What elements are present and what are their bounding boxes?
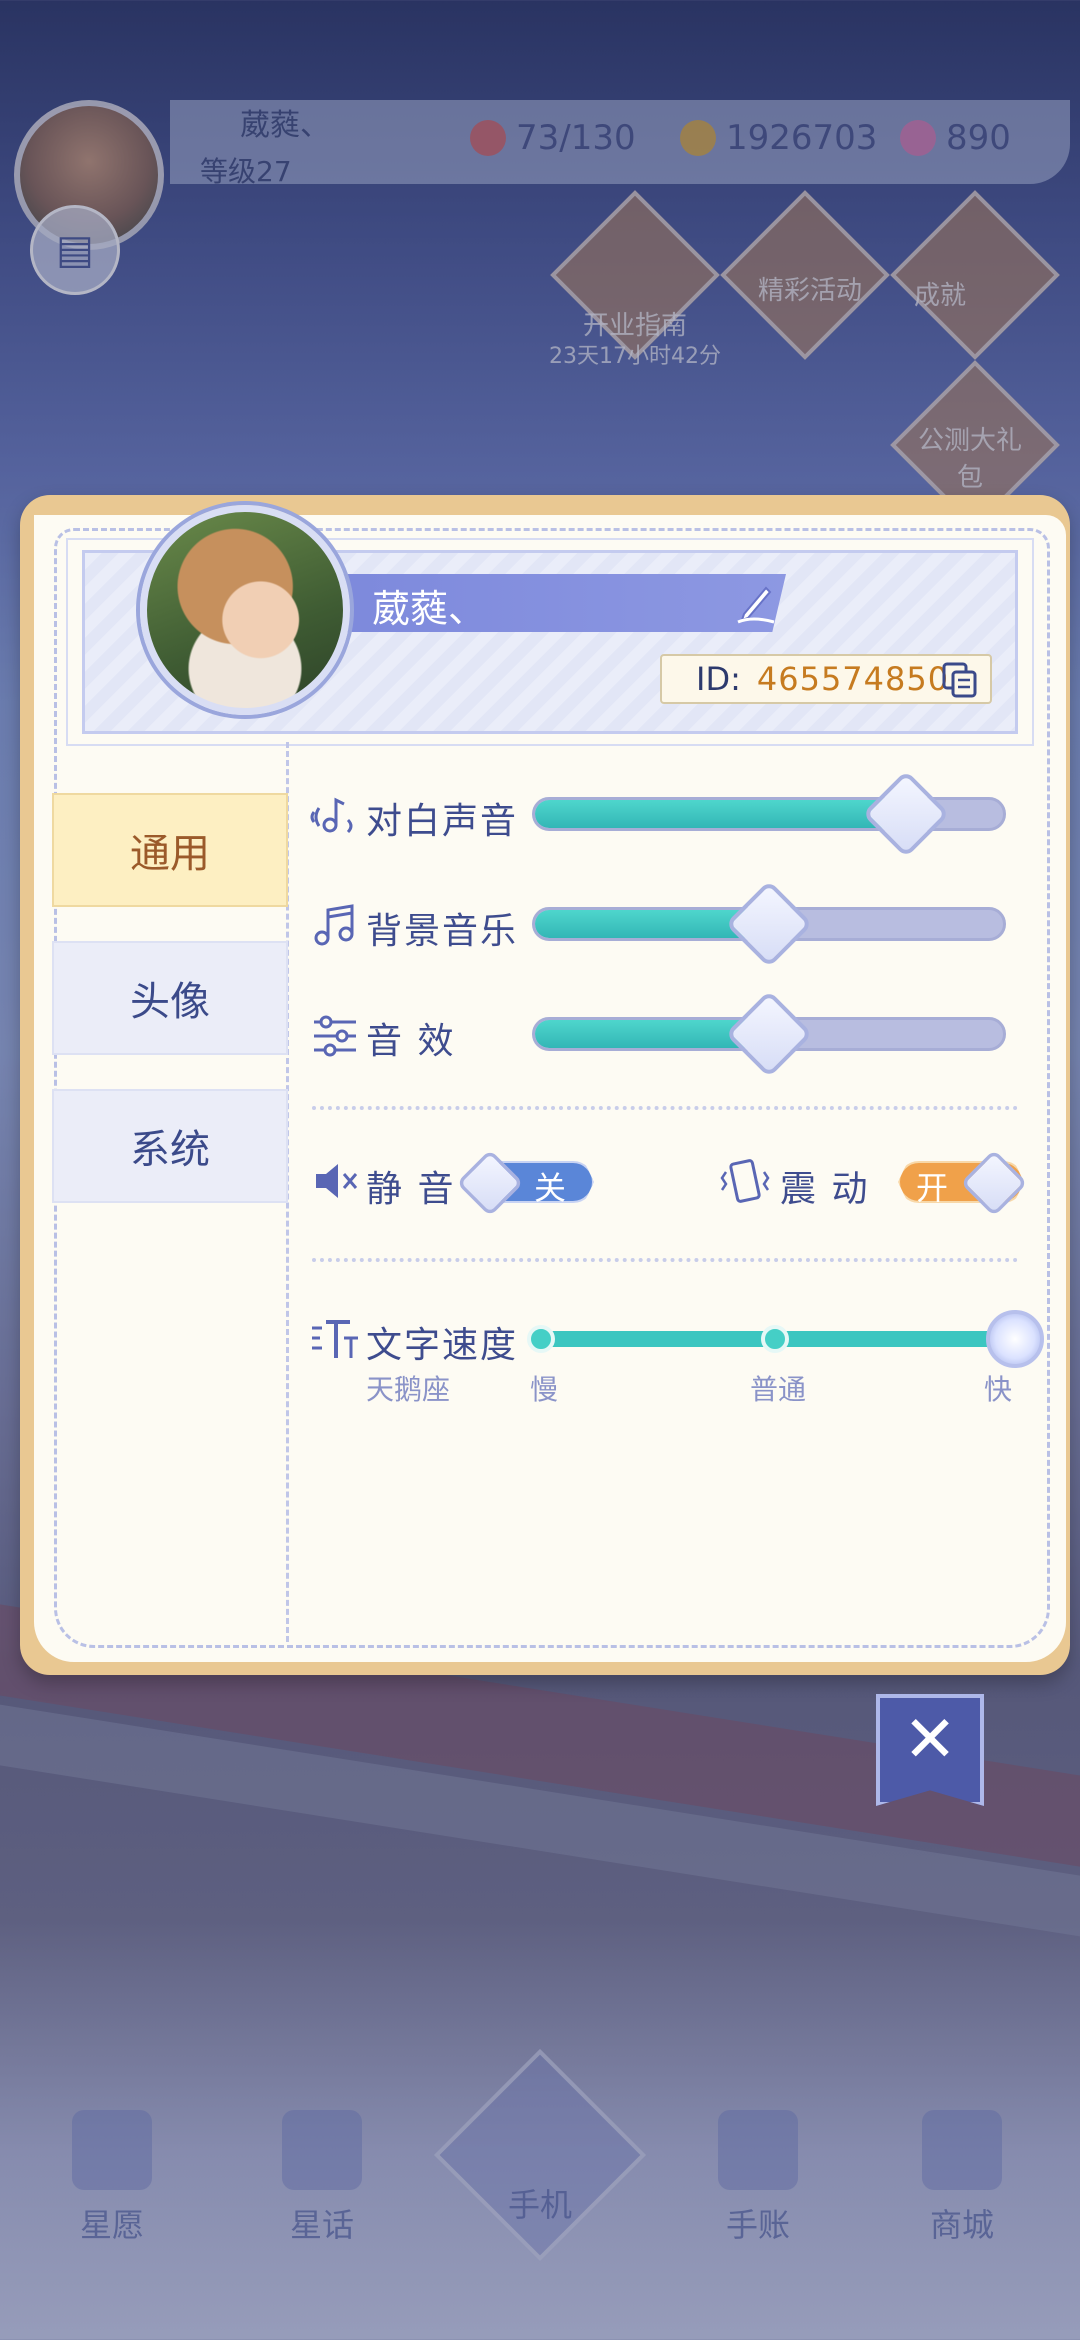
- profile-name: 葳蕤、: [372, 587, 487, 631]
- text-speed-icon: [312, 1320, 358, 1358]
- close-icon: ✕: [903, 1703, 957, 1777]
- id-value: 465574850: [756, 660, 950, 698]
- mute-toggle-knob: [456, 1149, 524, 1217]
- speed-label-slow: 慢: [530, 1373, 559, 1406]
- vibration-toggle-state: 开: [916, 1169, 949, 1207]
- equalizer-icon: [314, 1015, 356, 1057]
- section-divider-2: [312, 1258, 1018, 1262]
- vibrate-phone-icon: [720, 1159, 770, 1203]
- mute-toggle-state: 关: [534, 1169, 567, 1207]
- mute-toggle[interactable]: 关: [456, 1149, 598, 1217]
- section-divider: [312, 1106, 1018, 1110]
- speed-label-fast: 快: [984, 1373, 1013, 1406]
- tab-avatar[interactable]: 头像: [52, 941, 288, 1055]
- profile-avatar[interactable]: [140, 505, 350, 715]
- mute-label: 静 音: [366, 1169, 456, 1210]
- tab-system[interactable]: 系统: [52, 1089, 288, 1203]
- vibration-toggle-knob: [960, 1149, 1028, 1217]
- vibration-toggle[interactable]: 开: [888, 1149, 1028, 1217]
- speed-node-slow[interactable]: [527, 1325, 555, 1353]
- dialogue-volume-fill: [535, 800, 905, 828]
- speed-label-normal: 普通: [750, 1373, 807, 1406]
- text-speed-label: 文字速度: [366, 1325, 519, 1366]
- bgm-volume-label: 背景音乐: [366, 911, 519, 952]
- dialogue-volume-label: 对白声音: [366, 801, 519, 842]
- tab-general[interactable]: 通用: [52, 793, 288, 907]
- text-speed-knob[interactable]: [986, 1310, 1044, 1368]
- id-label: ID:: [696, 660, 741, 698]
- dialogue-sound-icon: [310, 797, 353, 834]
- speed-node-normal[interactable]: [761, 1325, 789, 1353]
- speaker-muted-icon: [316, 1164, 358, 1198]
- edit-pencil-icon[interactable]: [730, 576, 780, 626]
- music-note-icon: [314, 904, 354, 946]
- text-speed-sublabel: 天鹅座: [366, 1373, 451, 1406]
- copy-icon[interactable]: [940, 660, 980, 700]
- vibration-label: 震 动: [780, 1169, 870, 1210]
- sfx-volume-label: 音 效: [366, 1021, 456, 1062]
- close-button[interactable]: ✕: [876, 1694, 984, 1806]
